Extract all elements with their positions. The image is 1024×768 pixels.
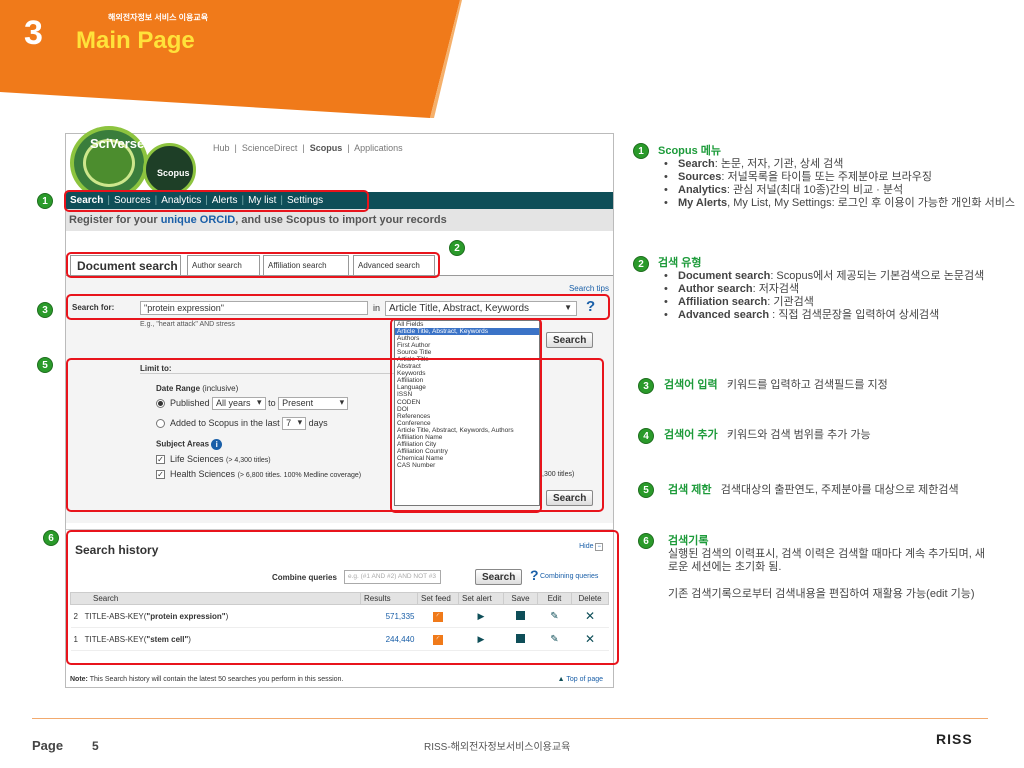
- top-of-page-link[interactable]: ▲ Top of page: [558, 676, 603, 683]
- history-note: Note: This Search history will contain t…: [70, 676, 344, 683]
- orcid-link[interactable]: unique ORCID: [161, 214, 236, 226]
- desc-badge-4: 4: [638, 428, 654, 444]
- scopus-logo[interactable]: Scopus: [143, 143, 196, 196]
- desc-search-types: 검색 유형 Document search: Scopus에서 제공되는 기본검…: [658, 257, 1020, 322]
- desc-badge-5: 5: [638, 482, 654, 498]
- arrow-up-icon: ▲: [557, 676, 565, 683]
- link-sciencedirect[interactable]: ScienceDirect: [242, 143, 298, 153]
- slide-number: 3: [24, 14, 43, 52]
- footer-divider: [32, 718, 988, 719]
- link-applications[interactable]: Applications: [354, 143, 403, 153]
- desc-search-limit: 검색 제한 검색대상의 출판연도, 주제분야를 대상으로 제한검색: [668, 484, 959, 496]
- footer-page-label: Page: [32, 738, 64, 753]
- slide-title: Main Page: [76, 27, 195, 54]
- riss-logo: RISS: [936, 731, 973, 747]
- highlight-box-6: [66, 530, 619, 665]
- badge-5: 5: [37, 357, 53, 373]
- slide-subtitle: 해외전자정보 서비스 이용교육: [108, 13, 209, 22]
- desc-badge-2: 2: [633, 256, 649, 272]
- desc-keyword-input: 검색어 입력 키워드를 입력하고 검색필드를 지정: [664, 379, 888, 391]
- link-hub[interactable]: Hub: [213, 143, 230, 153]
- footer-page-number: 5: [92, 739, 99, 753]
- desc-badge-1: 1: [633, 143, 649, 159]
- desc-add-keyword: 검색어 추가 키워드와 검색 범위를 추가 가능: [664, 429, 871, 441]
- desc-scopus-menu: Scopus 메뉴 Search: 논문, 저자, 기관, 상세 검색 Sour…: [658, 145, 1020, 210]
- orcid-banner: Register for your unique ORCID, and use …: [66, 209, 613, 231]
- highlight-box-4: [390, 318, 542, 513]
- search-tips-link[interactable]: Search tips: [569, 284, 609, 293]
- badge-2: 2: [449, 240, 465, 256]
- badge-6: 6: [43, 530, 59, 546]
- badge-3: 3: [37, 302, 53, 318]
- link-scopus[interactable]: Scopus: [310, 143, 343, 153]
- highlight-box-3: [66, 294, 610, 320]
- desc-search-history: 검색기록 실행된 검색의 이력표시, 검색 이력은 검색할 때마다 계속 추가되…: [668, 535, 985, 600]
- badge-1: 1: [37, 193, 53, 209]
- desc-badge-6: 6: [638, 533, 654, 549]
- top-links: Hub | ScienceDirect | Scopus | Applicati…: [213, 143, 403, 153]
- search-button[interactable]: Search: [546, 332, 594, 348]
- highlight-box-1: [64, 190, 369, 212]
- sciverse-logo[interactable]: SciVerse: [70, 126, 148, 200]
- search-example: E.g., "heart attack" AND stress: [140, 321, 235, 328]
- highlight-box-2: [66, 252, 440, 278]
- desc-badge-3: 3: [638, 378, 654, 394]
- footer-center-text: RISS-해외전자정보서비스이용교육: [424, 742, 571, 753]
